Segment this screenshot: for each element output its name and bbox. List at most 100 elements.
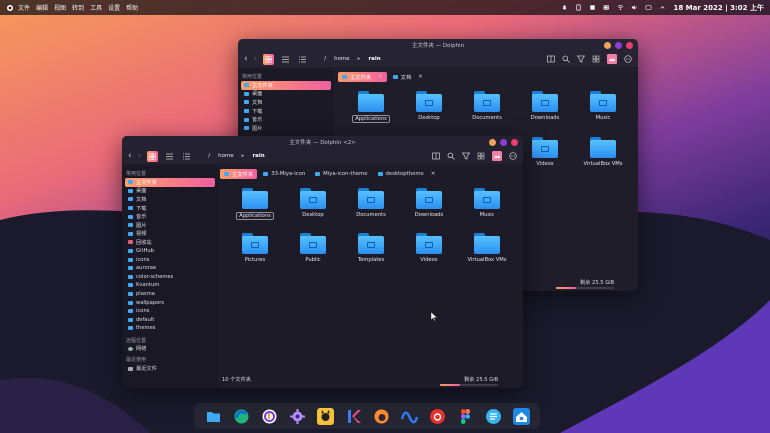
menu-go[interactable]: 转到 xyxy=(72,3,84,12)
filter-icon[interactable] xyxy=(462,152,470,160)
sidebar-item-downloads[interactable]: 下载 xyxy=(241,107,331,116)
sidebar-item-documents[interactable]: 文档 xyxy=(125,195,215,204)
close-button[interactable] xyxy=(626,42,633,49)
sidebar-item-home[interactable]: 主文件夹 xyxy=(125,178,215,187)
menu-edit[interactable]: 编辑 xyxy=(36,3,48,12)
crumb-root[interactable]: / xyxy=(208,153,210,159)
back-icon[interactable]: ‹ xyxy=(244,54,248,64)
icons-view-button[interactable] xyxy=(147,150,159,162)
sidebar-item-music[interactable]: 音乐 xyxy=(125,212,215,221)
close-button[interactable] xyxy=(511,139,518,146)
notes-icon[interactable] xyxy=(485,408,502,425)
menu-view[interactable]: 视图 xyxy=(54,3,66,12)
file-item[interactable]: Downloads xyxy=(516,91,574,123)
menu-tools[interactable]: 工具 xyxy=(90,3,102,12)
sidebar-item-themes[interactable]: themes xyxy=(125,324,215,333)
tab-documents[interactable]: 文档 ✕ xyxy=(389,72,427,82)
file-item[interactable]: Templates xyxy=(342,233,400,263)
sidebar-item-downloads[interactable]: 下载 xyxy=(125,204,215,213)
menu-help[interactable]: 帮助 xyxy=(126,3,138,12)
compact-view-button[interactable] xyxy=(280,54,291,65)
github-desktop-icon[interactable] xyxy=(316,407,334,425)
close-tab-icon[interactable]: ✕ xyxy=(431,171,435,177)
chevron-up-icon[interactable] xyxy=(659,4,666,11)
tab-miya-icon-theme[interactable]: Miya-icon-theme xyxy=(311,169,371,179)
menu-settings[interactable]: 设置 xyxy=(108,3,120,12)
file-item[interactable]: Downloads xyxy=(400,188,458,220)
sidebar-item-desktop[interactable]: 桌面 xyxy=(241,90,331,99)
sidebar-item-icons-2[interactable]: icons xyxy=(125,307,215,316)
sidebar-item-wallpapers[interactable]: wallpapers xyxy=(125,298,215,307)
file-item[interactable]: VirtualBox VMs xyxy=(458,233,516,263)
file-item[interactable]: VirtualBox VMs xyxy=(574,137,632,167)
clock[interactable]: 18 Mar 2022 | 3:02 上午 xyxy=(673,3,764,13)
sidebar-item-recent-files[interactable]: 最近文件 xyxy=(125,364,215,373)
menu-file[interactable]: 文件 xyxy=(18,3,30,12)
forward-icon[interactable]: › xyxy=(254,54,258,64)
kdevelop-icon[interactable] xyxy=(345,408,362,425)
crumb-home[interactable]: home xyxy=(334,56,350,62)
meta-icon[interactable] xyxy=(400,408,418,425)
file-item[interactable]: Public xyxy=(284,233,342,263)
file-item[interactable]: Desktop xyxy=(284,188,342,220)
crumb-home[interactable]: home xyxy=(218,153,234,159)
sidebar-item-trash[interactable]: 回收站 xyxy=(125,238,215,247)
file-item[interactable]: Applications xyxy=(342,91,400,123)
split-icon[interactable] xyxy=(547,55,555,63)
maximize-button[interactable] xyxy=(615,42,622,49)
dolphin-window-front[interactable]: 主文件夹 — Dolphin <2> ‹ › / home ▸ rain 常用位… xyxy=(122,136,523,388)
sidebar-item-kvantum[interactable]: Kvantum xyxy=(125,281,215,290)
preview-icon[interactable] xyxy=(607,54,617,64)
music-app-icon[interactable] xyxy=(261,408,278,425)
filter-icon[interactable] xyxy=(577,55,585,63)
sidebar-item-github[interactable]: GitHub xyxy=(125,247,215,256)
sidebar-item-music[interactable]: 音乐 xyxy=(241,115,331,124)
figma-icon[interactable] xyxy=(457,408,474,425)
compact-view-button[interactable] xyxy=(164,151,175,162)
grid-icon[interactable] xyxy=(592,55,600,63)
sidebar-item-color-schemes[interactable]: color-schemes xyxy=(125,273,215,282)
firefox-like-icon[interactable] xyxy=(373,408,390,425)
file-item[interactable]: Music xyxy=(458,188,516,220)
store-icon[interactable] xyxy=(512,407,530,425)
file-item[interactable]: Applications xyxy=(226,188,284,220)
split-icon[interactable] xyxy=(432,152,440,160)
crumb-current[interactable]: rain xyxy=(368,56,380,62)
grid-icon[interactable] xyxy=(477,152,485,160)
devices-icon[interactable] xyxy=(589,4,596,11)
battery-icon[interactable] xyxy=(603,4,610,11)
sidebar-item-plasma[interactable]: plasma xyxy=(125,290,215,299)
tab-home[interactable]: 主文件夹 ✕ xyxy=(338,71,387,82)
file-item[interactable]: Pictures xyxy=(226,233,284,263)
edge-browser-icon[interactable] xyxy=(233,408,250,425)
sidebar-item-videos[interactable]: 视频 xyxy=(125,230,215,239)
window-titlebar[interactable]: 主文件夹 — Dolphin <2> xyxy=(122,136,523,148)
sidebar-item-pictures[interactable]: 图片 xyxy=(125,221,215,230)
file-item[interactable]: Documents xyxy=(342,188,400,220)
sidebar-item-home[interactable]: 主文件夹 xyxy=(241,81,331,90)
file-item[interactable]: Documents xyxy=(458,91,516,123)
close-tab-icon[interactable]: ✕ xyxy=(378,74,382,80)
close-tab-icon[interactable]: ✕ xyxy=(418,74,422,80)
search-icon[interactable] xyxy=(447,152,455,160)
file-item[interactable]: Music xyxy=(574,91,632,123)
app-launcher-icon[interactable] xyxy=(6,4,14,12)
details-view-button[interactable] xyxy=(181,151,192,162)
sidebar-item-icons[interactable]: icons xyxy=(125,255,215,264)
file-item[interactable]: Videos xyxy=(400,233,458,263)
sidebar-item-aurorae[interactable]: aurorae xyxy=(125,264,215,273)
tab-desktoptheme[interactable]: desktoptheme ✕ xyxy=(374,169,440,179)
sidebar-item-documents[interactable]: 文档 xyxy=(241,98,331,107)
sidebar-item-desktop[interactable]: 桌面 xyxy=(125,187,215,196)
crumb-current[interactable]: rain xyxy=(252,153,264,159)
sidebar-item-default[interactable]: default xyxy=(125,316,215,325)
sidebar-item-pictures[interactable]: 图片 xyxy=(241,124,331,133)
tab-33-miya-icon[interactable]: 33-Miya-icon xyxy=(259,169,309,179)
netease-music-icon[interactable] xyxy=(429,408,446,425)
clipboard-icon[interactable] xyxy=(575,4,582,11)
crumb-root[interactable]: / xyxy=(324,56,326,62)
file-item[interactable]: Videos xyxy=(516,137,574,167)
wifi-icon[interactable] xyxy=(617,4,624,11)
settings-icon[interactable] xyxy=(289,408,306,425)
minimize-button[interactable] xyxy=(604,42,611,49)
